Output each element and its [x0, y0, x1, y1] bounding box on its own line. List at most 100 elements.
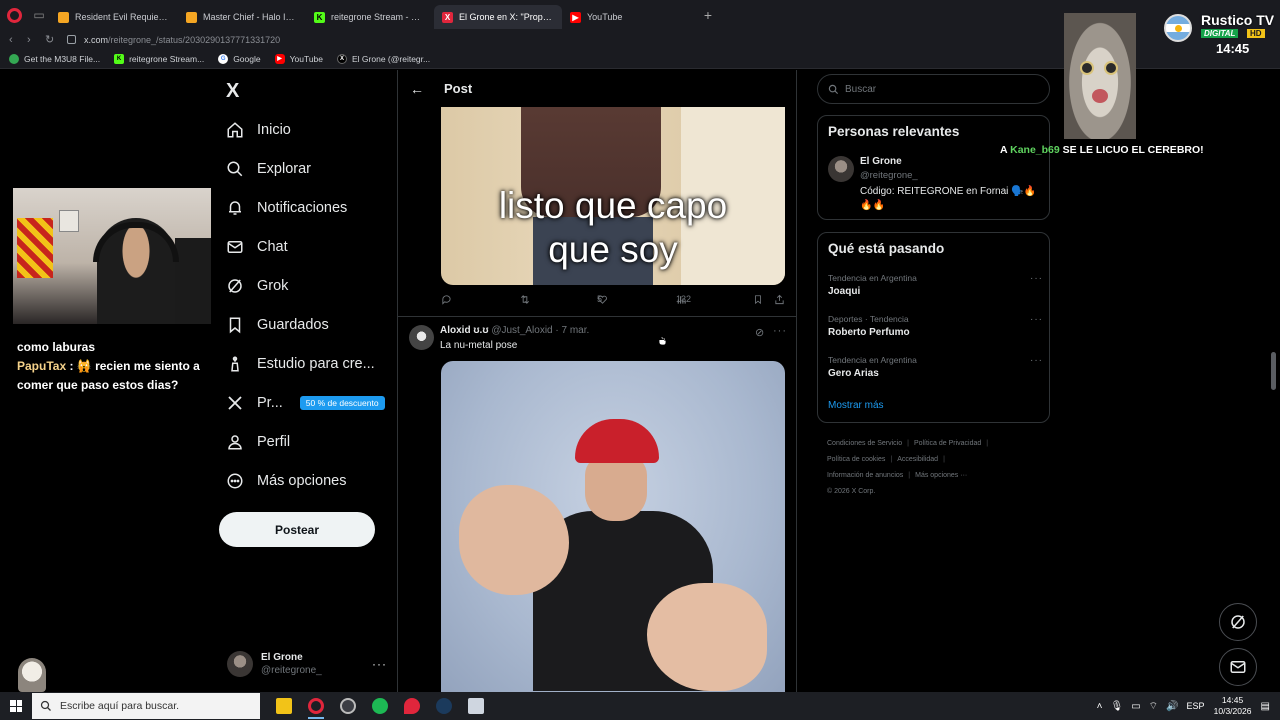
x-premium-icon	[226, 394, 244, 412]
language-indicator[interactable]: ESP	[1187, 701, 1205, 711]
wifi-icon[interactable]: ⌔	[1149, 700, 1158, 713]
footer-links: Condiciones de Servicio | Política de Priv…	[827, 440, 989, 495]
steam-taskbar-icon[interactable]	[428, 692, 460, 720]
bookmark-icon	[226, 316, 244, 334]
footer-link[interactable]: Política de Privacidad	[914, 440, 981, 447]
footer-link[interactable]: Condiciones de Servicio	[827, 440, 902, 447]
argentina-flag-icon	[1164, 14, 1192, 42]
trend-item[interactable]: Tendencia en Argentina Gero Arias ···	[828, 355, 1043, 379]
bookmark-item[interactable]: X El Grone (@reitegr...	[337, 53, 430, 64]
browser-tab[interactable]: Resident Evil Requiem Mo	[50, 5, 178, 29]
folder-icon	[276, 698, 292, 714]
nu-metal-photo[interactable]	[441, 361, 785, 692]
taskbar-search-input[interactable]: Escribe aquí para buscar.	[32, 693, 260, 719]
microphone-icon[interactable]: 🎙	[1111, 701, 1124, 712]
obs-taskbar-icon[interactable]	[332, 692, 364, 720]
browser-tab[interactable]: ▶ YouTube	[562, 5, 690, 29]
nav-item-home[interactable]: Inicio	[226, 110, 396, 149]
x-logo-icon[interactable]: X	[226, 80, 239, 103]
file-explorer-taskbar-icon[interactable]	[268, 692, 300, 720]
footer-link[interactable]: Accesibilidad	[897, 456, 938, 463]
search-input[interactable]: Buscar	[817, 74, 1050, 104]
reload-icon[interactable]: ↻	[45, 33, 55, 46]
user-handle[interactable]: @reitegrone_	[860, 170, 918, 181]
nav-item-profile[interactable]: Perfil	[226, 422, 396, 461]
notification-icon[interactable]: ▤	[1261, 701, 1270, 712]
avatar[interactable]	[409, 325, 434, 350]
grok-icon[interactable]: ⊘	[755, 326, 764, 339]
nav-item-grok[interactable]: Grok	[226, 266, 396, 305]
views-button[interactable]: 132	[676, 294, 691, 305]
footer-link[interactable]: Más opciones ···	[915, 472, 967, 479]
repost-icon[interactable]	[519, 294, 531, 305]
stream-clock: 14:45	[1216, 41, 1250, 56]
back-arrow-icon[interactable]: ‹	[9, 34, 19, 46]
premium-discount-badge[interactable]: 50 % de descuento	[299, 395, 385, 410]
spotify-icon	[372, 698, 388, 714]
new-tab-button[interactable]: +	[698, 5, 718, 25]
nav-item-creator-studio[interactable]: Estudio para cre...	[226, 344, 396, 383]
bookmark-item[interactable]: Kreitegrone Stream...	[114, 53, 204, 64]
opera-taskbar-icon[interactable]	[300, 692, 332, 720]
more-dots-icon[interactable]: ···	[372, 657, 387, 671]
user-name[interactable]: El Grone	[860, 156, 902, 167]
back-arrow-icon[interactable]: ←	[410, 81, 424, 97]
like-button[interactable]: 5	[597, 294, 608, 305]
share-icon[interactable]	[774, 294, 785, 305]
avatar[interactable]	[828, 156, 854, 182]
taskbar-clock[interactable]: 14:45 10/3/2026	[1213, 695, 1253, 717]
network-icon[interactable]: ▭	[1131, 701, 1140, 712]
more-dots-icon[interactable]: ···	[1030, 273, 1043, 284]
nav-item-explore[interactable]: Explorar	[226, 149, 396, 188]
more-dots-icon[interactable]: ···	[773, 325, 787, 337]
more-dots-icon[interactable]: ···	[1030, 355, 1043, 366]
more-circle-icon	[226, 472, 244, 490]
meme-image[interactable]: listo que capo que soy	[441, 107, 785, 285]
clock-time: 14:45	[1221, 695, 1244, 705]
bookmark-item[interactable]: Get the M3U8 File...	[9, 53, 100, 64]
alert-user: Kane_b69	[1010, 144, 1060, 156]
browser-tab-active[interactable]: XEl Grone en X: "Propongan	[434, 5, 562, 29]
nav-item-chat[interactable]: Chat	[226, 227, 396, 266]
show-more-link[interactable]: Mostrar más	[828, 400, 884, 411]
chevron-up-icon[interactable]: ˄	[1097, 701, 1103, 712]
post-button[interactable]: Postear	[219, 512, 375, 547]
start-button[interactable]	[0, 692, 32, 720]
browser-tab[interactable]: Master Chief - Halo Infinit	[178, 5, 306, 29]
account-switcher[interactable]: El Grone @reitegrone_ ···	[227, 648, 387, 680]
more-dots-icon[interactable]: ···	[1030, 314, 1043, 325]
footer-link[interactable]: Política de cookies	[827, 456, 885, 463]
tweet-date[interactable]: · 7 mar.	[555, 325, 589, 336]
volume-icon[interactable]: 🔊	[1166, 701, 1178, 712]
maps-taskbar-icon[interactable]	[396, 692, 428, 720]
post-header: ← Post	[398, 70, 796, 107]
lock-icon[interactable]	[67, 35, 76, 44]
app-taskbar-icon[interactable]	[460, 692, 492, 720]
opera-menu-button[interactable]	[0, 0, 28, 30]
nav-item-bookmarks[interactable]: Guardados	[226, 305, 396, 344]
nav-item-premium[interactable]: Pr... 50 % de descuento	[226, 383, 396, 422]
nav-item-notifications[interactable]: Notificaciones	[226, 188, 396, 227]
bookmark-icon[interactable]	[753, 294, 763, 305]
bookmark-item[interactable]: ▶ YouTube	[274, 53, 323, 64]
messages-floating-button[interactable]	[1219, 648, 1257, 686]
footer-link[interactable]: Información de anuncios	[827, 472, 903, 479]
grok-floating-button[interactable]	[1219, 603, 1257, 641]
trend-item[interactable]: Deportes · Tendencia Roberto Perfumo ···	[828, 314, 1043, 338]
post-actions: 5 132	[441, 294, 785, 308]
copyright: © 2026 X Corp.	[827, 488, 876, 495]
page-scrollbar[interactable]	[1271, 352, 1276, 390]
trend-item[interactable]: Tendencia en Argentina Joaqui ···	[828, 273, 1043, 297]
tab-overview-button[interactable]: ▭	[28, 0, 50, 30]
browser-tab[interactable]: Kreitegrone Stream - Watch	[306, 5, 434, 29]
bookmark-item[interactable]: G Google	[218, 53, 261, 64]
nav-item-more-options[interactable]: Más opciones	[226, 461, 396, 500]
grok-icon	[1231, 615, 1245, 629]
author-handle[interactable]: @Just_Aloxid	[491, 325, 552, 336]
primary-nav: Inicio Explorar Notificaciones Chat Grok…	[226, 110, 396, 500]
forward-arrow-icon[interactable]: ›	[27, 34, 37, 46]
spotify-taskbar-icon[interactable]	[364, 692, 396, 720]
reply-icon[interactable]	[441, 294, 452, 305]
author-name[interactable]: Aloxid ʊ.ʊ	[440, 325, 489, 336]
url-field[interactable]: x.com/reitegrone_/status/203029013777133…	[84, 35, 280, 45]
